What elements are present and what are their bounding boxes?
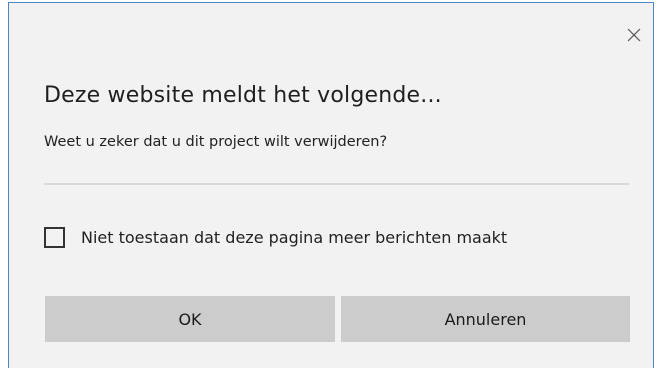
suppress-dialogs-label: Niet toestaan dat deze pagina meer beric… xyxy=(81,228,508,247)
suppress-dialogs-checkbox-row[interactable]: Niet toestaan dat deze pagina meer beric… xyxy=(44,227,507,248)
ok-button[interactable]: OK xyxy=(45,296,335,342)
divider xyxy=(44,183,629,185)
suppress-dialogs-checkbox[interactable] xyxy=(44,227,65,248)
alert-dialog: Deze website meldt het volgende... Weet … xyxy=(8,2,654,368)
dialog-title: Deze website meldt het volgende... xyxy=(44,83,442,108)
cancel-button[interactable]: Annuleren xyxy=(341,296,630,342)
close-icon-glyph xyxy=(627,28,641,42)
dialog-message: Weet u zeker dat u dit project wilt verw… xyxy=(44,134,388,150)
close-icon[interactable] xyxy=(624,25,644,45)
